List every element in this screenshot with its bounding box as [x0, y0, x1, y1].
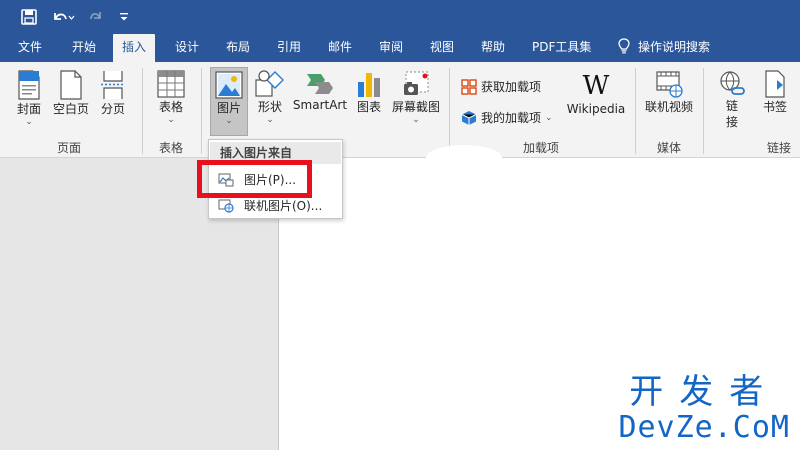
table-icon	[157, 70, 185, 98]
group-label-links: 链接	[767, 141, 792, 155]
table-label: 表格	[158, 100, 183, 114]
watermark: 开发者 DevZe.CoM	[618, 372, 790, 444]
group-label-pages: 页面	[57, 141, 82, 155]
blank-page-label: 空白页	[52, 102, 89, 116]
tab-view[interactable]: 视图	[430, 34, 454, 62]
picture-icon	[215, 71, 243, 99]
ribbon-tabs: 文件 开始 插入 设计 布局 引用 邮件 审阅 视图 帮助 PDF工具集 操作说…	[0, 34, 800, 62]
shapes-icon	[255, 70, 284, 97]
group-separator	[635, 68, 636, 154]
blank-page-icon	[60, 70, 82, 100]
tab-insert[interactable]: 插入	[113, 34, 156, 62]
smartart-label: SmartArt	[292, 98, 348, 112]
wikipedia-button[interactable]: W Wikipedia	[564, 70, 628, 116]
smartart-button[interactable]: SmartArt	[292, 70, 348, 112]
shapes-label: 形状	[257, 100, 282, 114]
shapes-button[interactable]: 形状 ⌄	[253, 70, 287, 125]
smartart-icon	[307, 74, 333, 94]
picture-label: 图片	[216, 101, 241, 115]
tab-layout[interactable]: 布局	[226, 34, 250, 62]
tab-mailings[interactable]: 邮件	[328, 34, 352, 62]
group-label-tables: 表格	[159, 141, 184, 155]
screenshot-button[interactable]: 屏幕截图 ⌄	[389, 70, 443, 125]
redo-icon[interactable]	[86, 7, 106, 27]
bookmark-label: 书签	[762, 100, 787, 114]
chart-icon	[358, 73, 380, 97]
page-break-button[interactable]: 分页	[97, 70, 129, 117]
get-addins-label: 获取加载项	[481, 80, 542, 94]
bookmark-icon	[765, 70, 785, 98]
get-addins-button[interactable]: 获取加载项	[461, 78, 541, 95]
group-separator	[201, 68, 202, 154]
group-separator	[142, 68, 143, 154]
store-icon	[461, 78, 477, 95]
title-bar	[0, 0, 800, 34]
cover-page-icon	[18, 70, 40, 100]
chart-label: 图表	[356, 100, 381, 114]
undo-icon[interactable]	[50, 7, 76, 27]
link-label: 链接	[725, 99, 738, 129]
link-icon	[720, 71, 745, 95]
highlight-box	[197, 160, 312, 198]
link-button[interactable]: 链接	[716, 70, 748, 130]
tab-pdf-tools[interactable]: PDF工具集	[532, 34, 591, 62]
customize-toolbar-icon[interactable]	[116, 7, 132, 27]
tell-me-search[interactable]: 操作说明搜索	[618, 34, 710, 62]
online-video-icon	[656, 71, 683, 98]
tab-help[interactable]: 帮助	[481, 34, 505, 62]
cover-page-button[interactable]: 封面 ⌄	[12, 70, 46, 127]
table-button[interactable]: 表格 ⌄	[154, 70, 188, 125]
watermark-en: DevZe.CoM	[618, 410, 790, 445]
screenshot-icon	[404, 71, 429, 95]
page-break-label: 分页	[100, 102, 125, 116]
page-blob	[427, 146, 501, 170]
cover-page-label: 封面	[16, 102, 41, 116]
addin-cube-icon	[461, 110, 477, 125]
lightbulb-icon	[618, 38, 630, 54]
tell-me-label: 操作说明搜索	[638, 40, 711, 54]
blank-page-button[interactable]: 空白页	[51, 70, 91, 117]
online-picture-icon	[218, 199, 234, 213]
tab-file[interactable]: 文件	[18, 34, 42, 62]
group-label-media: 媒体	[657, 141, 682, 155]
group-label-addins: 加载项	[523, 141, 560, 155]
ribbon-insert: 封面 ⌄ 空白页 分页 页面 表格 ⌄ 表格 图片 ⌄ 形状 ⌄ SmartAr…	[0, 62, 800, 158]
bookmark-button[interactable]: 书签	[758, 70, 792, 115]
wikipedia-logo-icon: W	[582, 71, 610, 101]
chart-button[interactable]: 图表	[353, 70, 385, 115]
tab-review[interactable]: 审阅	[379, 34, 403, 62]
online-video-button[interactable]: 联机视频	[642, 70, 696, 115]
online-video-label: 联机视频	[644, 100, 693, 114]
tab-design[interactable]: 设计	[175, 34, 199, 62]
my-addins-label: 我的加载项	[481, 111, 542, 125]
picture-button[interactable]: 图片 ⌄	[210, 67, 248, 136]
watermark-cn: 开发者	[629, 372, 780, 412]
save-icon[interactable]	[18, 7, 40, 27]
group-separator	[703, 68, 704, 154]
my-addins-button[interactable]: 我的加载项 ⌄	[461, 109, 553, 126]
group-separator	[449, 68, 450, 154]
tab-home[interactable]: 开始	[72, 34, 96, 62]
screenshot-label: 屏幕截图	[391, 100, 440, 114]
tab-references[interactable]: 引用	[277, 34, 301, 62]
page-break-icon	[101, 71, 125, 99]
wikipedia-label: Wikipedia	[566, 102, 626, 116]
